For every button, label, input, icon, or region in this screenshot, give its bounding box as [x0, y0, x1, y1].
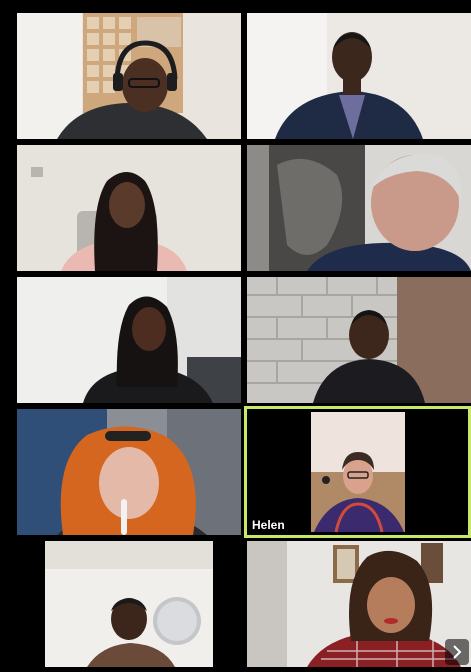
video-feed-6 [247, 277, 471, 403]
video-feed-1 [17, 13, 241, 139]
video-tile-3[interactable] [17, 145, 241, 271]
video-tile-9[interactable] [17, 541, 241, 667]
video-tile-2[interactable] [247, 13, 471, 139]
video-tile-8-helen[interactable]: Helen [244, 406, 471, 538]
video-tile-1[interactable] [17, 13, 241, 139]
video-feed-2 [247, 13, 471, 139]
participant-name-label: Helen [248, 516, 289, 534]
next-page-button[interactable] [445, 639, 469, 665]
video-tile-6[interactable] [247, 277, 471, 403]
chevron-right-icon [452, 645, 462, 659]
video-tile-7[interactable] [17, 409, 241, 535]
video-feed-4 [247, 145, 471, 271]
video-tile-10[interactable] [247, 541, 471, 667]
video-feed-7 [17, 409, 241, 535]
video-tile-5[interactable] [17, 277, 241, 403]
video-feed-5 [17, 277, 241, 403]
video-feed-3 [17, 145, 241, 271]
video-tile-4[interactable] [247, 145, 471, 271]
video-feed-9 [17, 541, 241, 667]
video-feed-10 [247, 541, 471, 667]
